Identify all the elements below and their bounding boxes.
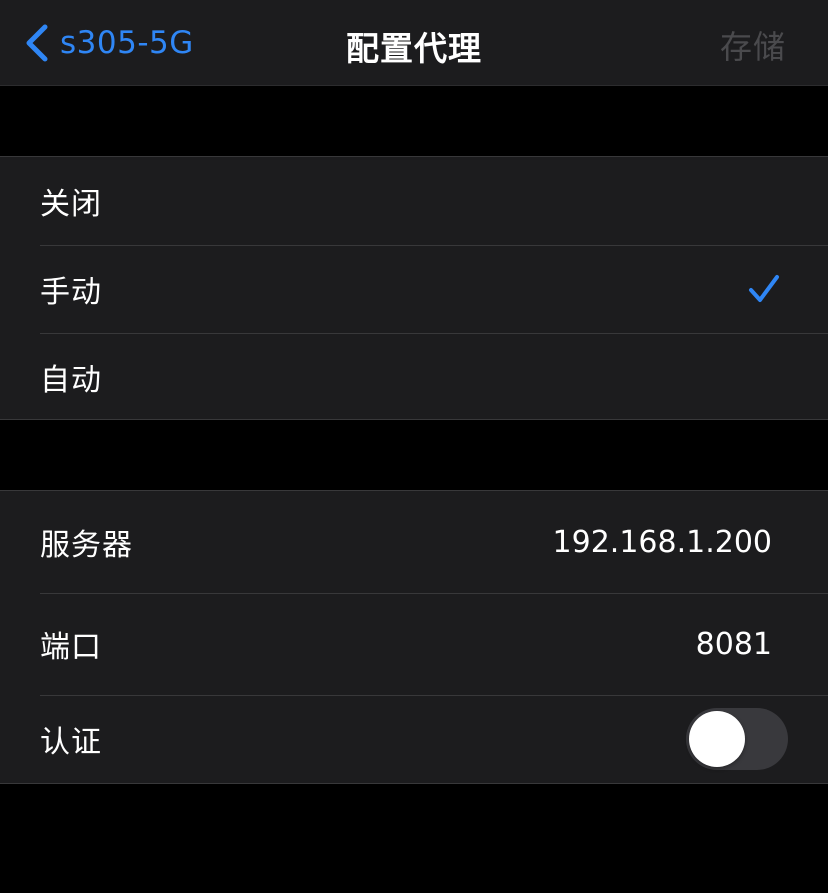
- option-label: 手动: [40, 275, 102, 310]
- chevron-left-icon: [26, 24, 48, 62]
- back-label: s305-5G: [60, 25, 194, 61]
- proxy-option-off[interactable]: 关闭: [40, 157, 828, 245]
- option-label: 自动: [40, 363, 102, 398]
- proxy-option-auto[interactable]: 自动: [40, 333, 828, 421]
- port-label: 端口: [40, 630, 102, 665]
- proxy-option-manual[interactable]: 手动: [40, 245, 828, 333]
- option-label: 关闭: [40, 187, 102, 222]
- toggle-knob: [689, 711, 745, 767]
- auth-label: 认证: [40, 725, 102, 760]
- checkmark-icon: [749, 275, 779, 302]
- auth-row: 认证: [40, 695, 828, 783]
- port-field[interactable]: 8081: [696, 627, 772, 662]
- server-row[interactable]: 服务器 192.168.1.200: [40, 491, 828, 593]
- manual-proxy-settings: 服务器 192.168.1.200 端口 8081 认证: [0, 490, 828, 784]
- back-button[interactable]: s305-5G: [24, 20, 194, 66]
- auth-toggle[interactable]: [686, 708, 788, 770]
- server-field[interactable]: 192.168.1.200: [553, 525, 772, 560]
- server-label: 服务器: [40, 528, 133, 563]
- navigation-bar: s305-5G 配置代理 存储: [0, 0, 828, 86]
- port-row[interactable]: 端口 8081: [40, 593, 828, 695]
- proxy-mode-group: 关闭 手动 自动: [0, 156, 828, 420]
- save-button[interactable]: 存储: [720, 22, 786, 68]
